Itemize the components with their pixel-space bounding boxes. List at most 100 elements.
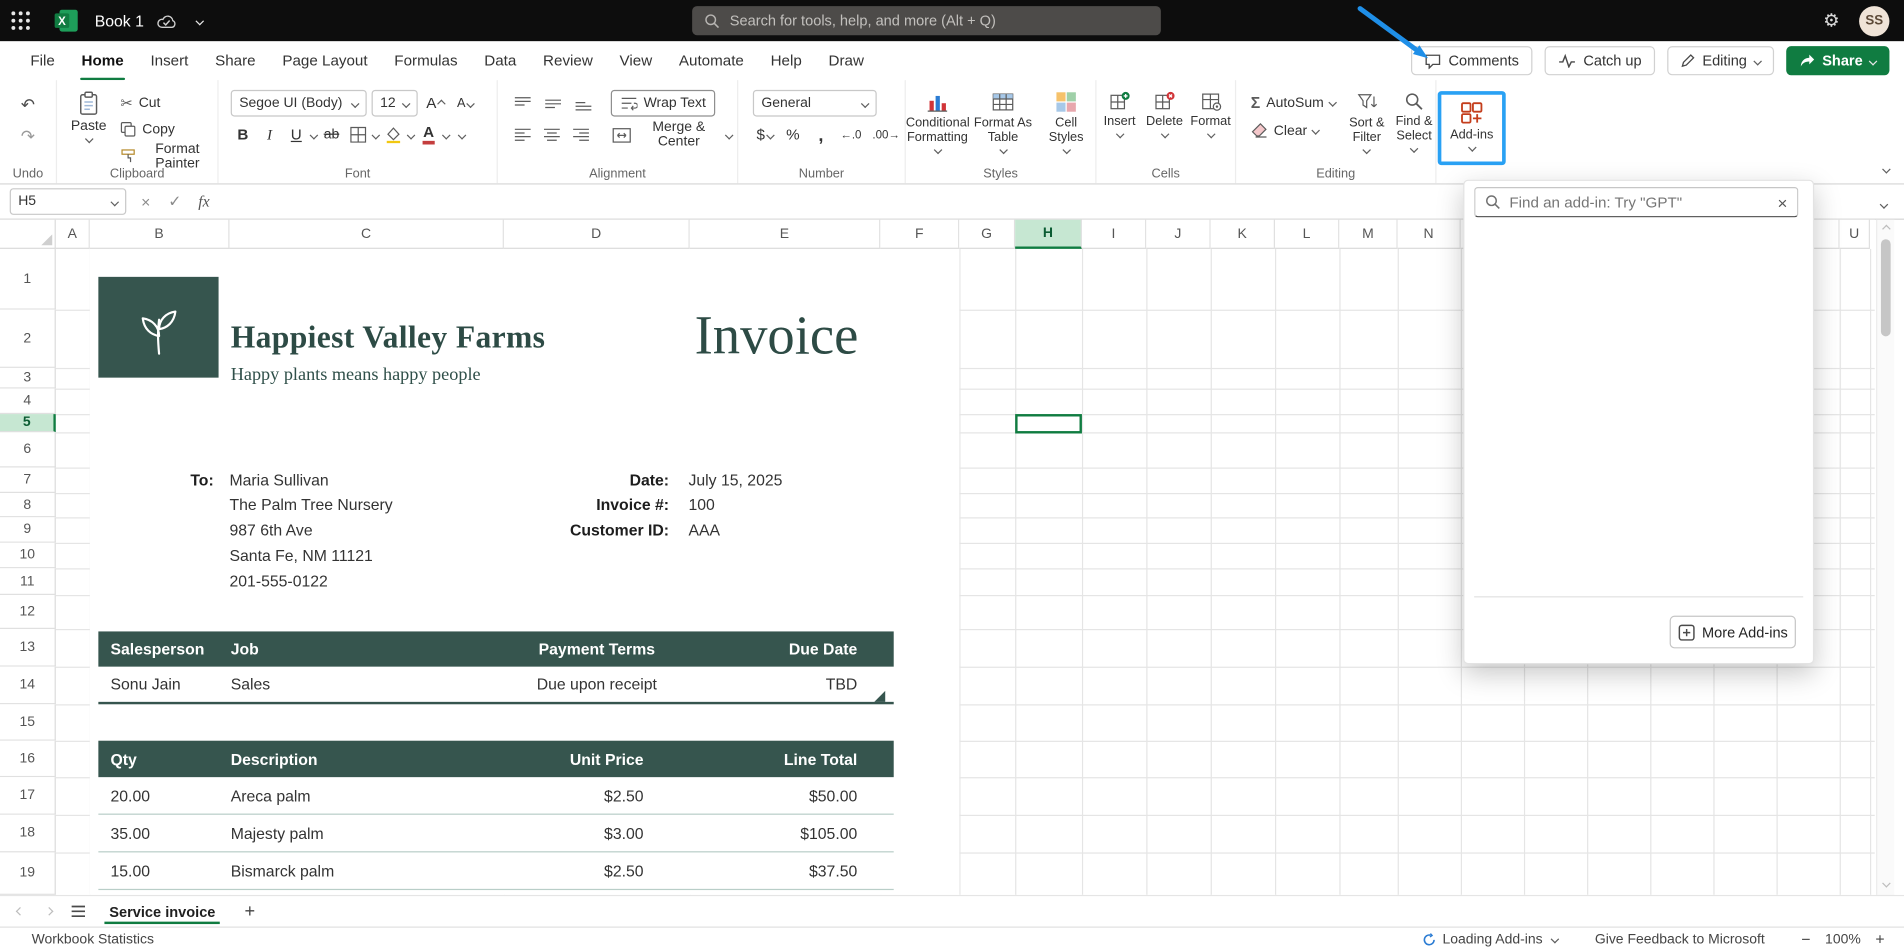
paste-button[interactable]: Paste: [67, 87, 111, 142]
accounting-format-button[interactable]: $: [753, 121, 777, 148]
row-header-9[interactable]: 9: [0, 517, 56, 543]
scroll-up-icon[interactable]: [1882, 225, 1891, 234]
font-size-select[interactable]: 12: [372, 90, 418, 117]
column-header-g[interactable]: G: [959, 220, 1015, 249]
row-header-14[interactable]: 14: [0, 667, 56, 705]
row-header-11[interactable]: 11: [0, 568, 56, 595]
insert-cells-button[interactable]: Insert: [1098, 87, 1141, 137]
title-chevron-icon[interactable]: [196, 16, 205, 25]
undo-button[interactable]: ↶: [16, 92, 40, 119]
item-row[interactable]: 20.00 Areca palm $2.50 $50.00: [98, 777, 893, 815]
column-header-e[interactable]: E: [690, 220, 881, 249]
redo-button[interactable]: ↷: [16, 124, 40, 151]
prev-sheet-icon[interactable]: [7, 899, 31, 923]
font-more-options-chevron[interactable]: [458, 130, 467, 139]
expand-formula-bar-button[interactable]: [1881, 192, 1894, 210]
comments-button[interactable]: Comments: [1411, 46, 1532, 75]
fill-color-options-chevron[interactable]: [407, 130, 416, 139]
number-format-select[interactable]: General: [753, 90, 877, 117]
feedback-button[interactable]: Give Feedback to Microsoft: [1595, 932, 1765, 947]
row-header-8[interactable]: 8: [0, 493, 56, 517]
merge-center-button[interactable]: Merge & Center: [607, 122, 737, 148]
increase-decimal-button[interactable]: ←.0: [837, 121, 865, 148]
fx-button[interactable]: fx: [194, 192, 213, 211]
decrease-decimal-button[interactable]: .00→: [869, 121, 904, 148]
row-header-12[interactable]: 12: [0, 595, 56, 629]
bold-button[interactable]: B: [231, 121, 255, 148]
zoom-in-button[interactable]: +: [1875, 930, 1884, 948]
addins-button[interactable]: Add-ins: [1441, 95, 1502, 162]
align-left-button[interactable]: [510, 121, 534, 148]
underline-options-chevron[interactable]: [310, 130, 319, 139]
item-row[interactable]: 15.00 Bismarck palm $2.50 $37.50: [98, 852, 893, 890]
clear-button[interactable]: Clear: [1246, 118, 1341, 144]
all-sheets-icon[interactable]: [66, 899, 90, 923]
vertical-scrollbar-thumb[interactable]: [1881, 239, 1891, 336]
fill-color-button[interactable]: [381, 121, 405, 148]
menu-tab-home[interactable]: Home: [68, 41, 137, 80]
font-color-button[interactable]: A: [417, 121, 441, 148]
row-header-10[interactable]: 10: [0, 543, 56, 569]
table-resize-handle[interactable]: [874, 691, 885, 702]
formula-cancel-button[interactable]: ×: [136, 192, 155, 210]
catch-up-button[interactable]: Catch up: [1544, 46, 1655, 75]
menu-tab-help[interactable]: Help: [757, 41, 815, 80]
collapse-ribbon-button[interactable]: [1883, 158, 1889, 176]
column-header-l[interactable]: L: [1275, 220, 1339, 249]
column-header-f[interactable]: F: [880, 220, 959, 249]
editing-mode-button[interactable]: Editing: [1667, 46, 1773, 75]
borders-options-chevron[interactable]: [372, 130, 381, 139]
next-sheet-icon[interactable]: [36, 899, 60, 923]
row-header-13[interactable]: 13: [0, 629, 56, 667]
align-right-button[interactable]: [568, 121, 592, 148]
add-sheet-button[interactable]: +: [235, 901, 265, 922]
underline-button[interactable]: U: [284, 121, 308, 148]
menu-tab-file[interactable]: File: [17, 41, 68, 80]
zoom-out-button[interactable]: −: [1801, 930, 1810, 948]
format-as-table-button[interactable]: Format As Table: [971, 87, 1034, 153]
menu-tab-data[interactable]: Data: [471, 41, 530, 80]
column-header-c[interactable]: C: [230, 220, 504, 249]
italic-button[interactable]: I: [257, 121, 281, 148]
row-header-1[interactable]: 1: [0, 249, 56, 310]
comma-style-button[interactable]: ,: [809, 121, 833, 148]
row-header-18[interactable]: 18: [0, 815, 56, 853]
workbook-title[interactable]: Book 1: [95, 12, 144, 30]
format-cells-button[interactable]: Format: [1188, 87, 1233, 137]
row-header-15[interactable]: 15: [0, 704, 56, 740]
align-top-button[interactable]: [510, 90, 536, 117]
menu-tab-insert[interactable]: Insert: [137, 41, 202, 80]
column-header-a[interactable]: A: [56, 220, 90, 249]
zoom-level-button[interactable]: 100%: [1825, 932, 1861, 947]
name-box[interactable]: H5: [10, 188, 127, 215]
cloud-saved-icon[interactable]: [157, 13, 178, 29]
item-row[interactable]: 35.00 Majesty palm $3.00 $105.00: [98, 815, 893, 853]
align-middle-button[interactable]: [540, 90, 566, 117]
find-select-button[interactable]: Find & Select: [1393, 87, 1435, 152]
addins-search-box[interactable]: Find an add-in: Try "GPT" ×: [1474, 187, 1798, 217]
menu-tab-review[interactable]: Review: [530, 41, 607, 80]
loading-addins-button[interactable]: Loading Add-ins: [1422, 932, 1559, 947]
column-header-b[interactable]: B: [90, 220, 230, 249]
select-all-corner[interactable]: [0, 220, 56, 249]
align-center-button[interactable]: [539, 121, 563, 148]
menu-tab-page-layout[interactable]: Page Layout: [269, 41, 381, 80]
format-painter-button[interactable]: Format Painter: [116, 143, 218, 169]
column-header-d[interactable]: D: [504, 220, 690, 249]
avatar[interactable]: SS: [1859, 5, 1889, 35]
menu-tab-share[interactable]: Share: [202, 41, 269, 80]
cut-button[interactable]: ✂ Cut: [116, 90, 218, 116]
row-header-16[interactable]: 16: [0, 741, 56, 777]
sales-table-data-row[interactable]: Sonu Jain Sales Due upon receipt TBD: [98, 667, 893, 705]
column-header-h[interactable]: H: [1015, 220, 1082, 249]
share-button[interactable]: Share: [1786, 46, 1890, 75]
borders-button[interactable]: [346, 121, 370, 148]
formula-enter-button[interactable]: ✓: [165, 192, 184, 211]
row-header-17[interactable]: 17: [0, 777, 56, 815]
conditional-formatting-button[interactable]: Conditional Formatting: [906, 87, 969, 153]
row-header-7[interactable]: 7: [0, 468, 56, 494]
workbook-statistics-button[interactable]: Workbook Statistics: [32, 932, 154, 947]
grow-font-button[interactable]: A: [423, 90, 449, 117]
wrap-text-button[interactable]: Wrap Text: [611, 90, 716, 117]
strikethrough-button[interactable]: ab: [319, 121, 343, 148]
